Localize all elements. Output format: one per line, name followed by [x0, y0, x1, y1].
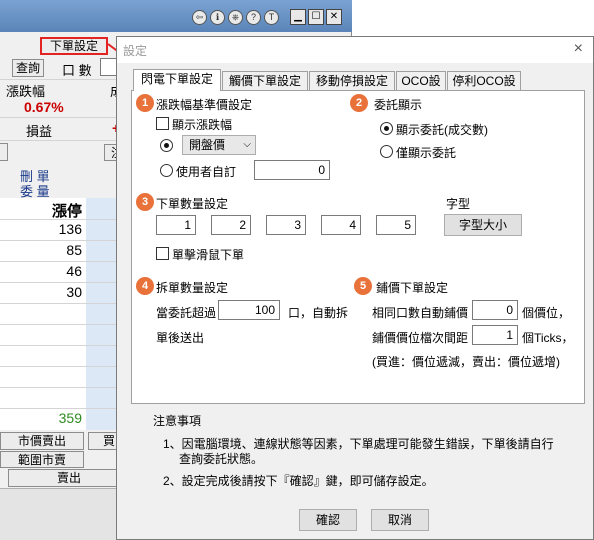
- section-2-badge: 2: [350, 94, 368, 112]
- query-button[interactable]: 查詢: [12, 59, 44, 77]
- annotation-highlight: [40, 37, 108, 55]
- cancel-button[interactable]: 取消: [371, 509, 429, 531]
- section-5-title: 鋪價下單設定: [376, 281, 449, 295]
- total-qty: 359: [58, 410, 82, 426]
- title-bar: ⇦ ℹ ⎈ ? T ▁ ☐ ✕: [0, 0, 352, 32]
- user-custom-label: 使用者自訂: [176, 165, 237, 179]
- spread-interval-input[interactable]: 1: [472, 325, 518, 345]
- spread-text-1a: 相同口數自動鋪價: [372, 306, 469, 320]
- section-2-title: 委託顯示: [374, 98, 423, 112]
- maximize-icon[interactable]: ☐: [308, 9, 324, 25]
- range-market-sell-button[interactable]: 範圍市賣: [0, 451, 84, 468]
- back-icon[interactable]: ⇦: [192, 10, 207, 25]
- spread-text-2a: 鋪價價位檔次間距: [372, 331, 469, 345]
- spread-text-1b: 個價位，: [522, 306, 571, 320]
- spread-levels-input[interactable]: 0: [472, 300, 518, 320]
- notes-title: 注意事項: [153, 414, 202, 428]
- tab-flash-order[interactable]: 閃電下單設定: [133, 69, 221, 91]
- pnl-label: 損益: [26, 124, 53, 139]
- close-icon[interactable]: ×: [574, 40, 583, 58]
- split-text-3: 單後送出: [156, 331, 205, 345]
- dialog-title: 設定: [123, 44, 148, 58]
- section-5-badge: 5: [354, 277, 372, 295]
- user-custom-radio[interactable]: [160, 164, 173, 177]
- section-1-badge: 1: [136, 94, 154, 112]
- settings-dialog: 設定 × 閃電下單設定 觸價下單設定 移動停損設定 OCO設定 停利OCO設定 …: [116, 36, 594, 540]
- close-icon[interactable]: ✕: [326, 9, 342, 25]
- qty-preset-1[interactable]: 1: [156, 215, 196, 235]
- font-icon[interactable]: T: [264, 10, 279, 25]
- help-icon[interactable]: ?: [246, 10, 261, 25]
- font-size-button[interactable]: 字型大小: [444, 214, 522, 236]
- market-sell-button[interactable]: 市價賣出: [0, 432, 84, 450]
- qty-preset-3[interactable]: 3: [266, 215, 306, 235]
- base-price-select[interactable]: 開盤價 ⌵: [182, 135, 256, 155]
- section-4-badge: 4: [136, 277, 154, 295]
- show-change-checkbox[interactable]: [156, 117, 169, 130]
- qty-preset-4[interactable]: 4: [321, 215, 361, 235]
- ladder-qty: 85: [66, 242, 82, 258]
- sell-button[interactable]: 賣出: [8, 469, 130, 487]
- confirm-button[interactable]: 確認: [299, 509, 357, 531]
- spread-text-3: (買進：價位遞減，賣出：價位遞增): [372, 355, 560, 369]
- section-1-title: 漲跌幅基準價設定: [156, 98, 253, 112]
- tab-trailing-stop[interactable]: 移動停損設定: [309, 71, 395, 90]
- font-label: 字型: [446, 197, 471, 211]
- section-3-title: 下單數量設定: [156, 197, 229, 211]
- note-1-line-2: 查詢委託狀態。: [179, 452, 264, 466]
- single-click-label: 單擊滑鼠下單: [172, 248, 245, 262]
- spread-text-2b: 個Ticks，: [522, 331, 574, 345]
- minimize-icon[interactable]: ▁: [290, 9, 306, 25]
- ladder-qty: 30: [66, 284, 82, 300]
- open-price-radio[interactable]: [160, 139, 173, 152]
- tab-touch-order[interactable]: 觸價下單設定: [222, 71, 308, 90]
- qty-preset-5[interactable]: 5: [376, 215, 416, 235]
- show-entrust-only-radio[interactable]: [380, 145, 393, 158]
- ladder-qty: 136: [58, 221, 82, 237]
- split-qty-input[interactable]: 100: [218, 300, 280, 320]
- section-3-badge: 3: [136, 193, 154, 211]
- qty-preset-2[interactable]: 2: [211, 215, 251, 235]
- single-click-checkbox[interactable]: [156, 247, 169, 260]
- info-icon[interactable]: ℹ: [210, 10, 225, 25]
- price-ladder: 漲停 136 85 46 30 359: [0, 198, 130, 430]
- dialog-title-bar: 設定 ×: [117, 37, 593, 63]
- tab-profit-oco[interactable]: 停利OCO設定: [447, 71, 521, 106]
- show-entrust-filled-label: 顯示委託(成交數): [396, 123, 488, 137]
- ladder-qty: 46: [66, 263, 82, 279]
- show-entrust-filled-radio[interactable]: [380, 122, 393, 135]
- lot-label: 口 數: [62, 63, 92, 78]
- section-4-title: 拆單數量設定: [156, 281, 229, 295]
- change-pct-value: 0.67%: [24, 99, 64, 115]
- tab-oco[interactable]: OCO設定: [396, 71, 446, 106]
- print-icon[interactable]: ⎈: [228, 10, 243, 25]
- split-text-2: 口，自動拆: [288, 306, 349, 320]
- split-text-1: 當委託超過: [156, 306, 217, 320]
- show-entrust-only-label: 僅顯示委託: [396, 146, 457, 160]
- show-change-label: 顯示漲跌幅: [172, 118, 233, 132]
- tab-panel: 1 漲跌幅基準價設定 顯示漲跌幅 開盤價 ⌵ 使用者自訂 0 2 委託顯示 顯示…: [131, 90, 585, 404]
- limit-up-label: 漲停: [51, 203, 82, 220]
- chevron-down-icon: ⌵: [243, 139, 251, 150]
- note-2: 2、設定完成後請按下『確認』鍵，即可儲存設定。: [163, 474, 434, 488]
- user-custom-input[interactable]: 0: [254, 160, 330, 180]
- base-price-selected: 開盤價: [189, 138, 226, 152]
- change-pct-label: 漲跌幅: [6, 84, 46, 99]
